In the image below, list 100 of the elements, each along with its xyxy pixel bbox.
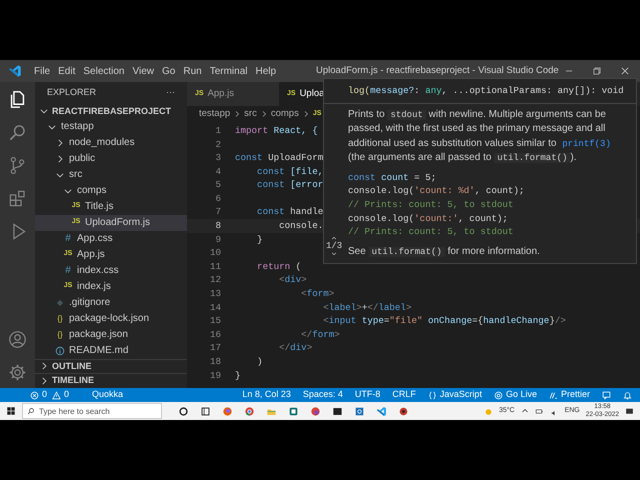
- status-item[interactable]: 0: [30, 388, 48, 402]
- line-number: 14: [208, 300, 222, 314]
- breadcrumb-item[interactable]: src: [244, 106, 257, 122]
- browser-icon[interactable]: [244, 406, 255, 416]
- line-number: 8: [214, 219, 222, 233]
- chevron-up-icon[interactable]: [520, 407, 529, 415]
- files-icon[interactable]: [8, 90, 27, 109]
- status-item[interactable]: Go Live: [494, 388, 537, 402]
- code-line: import React, {: [235, 124, 318, 138]
- line-number: 10: [208, 246, 222, 260]
- app-logo-icon: [8, 64, 22, 78]
- line-number: 15: [208, 314, 222, 328]
- menu-item[interactable]: Terminal: [206, 62, 252, 80]
- broadcast-icon: [494, 390, 503, 400]
- status-item[interactable]: Spaces: 4: [302, 388, 343, 402]
- restore-icon[interactable]: [592, 66, 602, 76]
- sidebar-title: EXPLORER: [47, 86, 96, 100]
- description-text: Prints to stdout with newline. Multiple arguments can be passed, with the first used as the primary message and all additional used as substitution values similar to printf(3) (the arguments are all passed to util.format() ).: [348, 108, 612, 166]
- status-item[interactable]: [602, 390, 611, 400]
- line-number: 16: [208, 328, 222, 342]
- json-file-icon: {}: [55, 312, 65, 325]
- chevron-right-icon: [233, 110, 242, 118]
- start-icon[interactable]: [6, 406, 16, 416]
- menu-item[interactable]: Go: [158, 62, 180, 80]
- code-line: const [file,: [256, 164, 324, 178]
- tree-item[interactable]: public: [35, 150, 187, 167]
- settings-icon[interactable]: [8, 363, 27, 382]
- tree-item[interactable]: node_modules: [35, 134, 187, 151]
- close-icon[interactable]: [620, 66, 630, 76]
- line-number: 1: [214, 124, 222, 138]
- line-number: 4: [214, 164, 222, 178]
- tree-item[interactable]: {} package.json: [35, 326, 187, 343]
- project-header[interactable]: REACTFIREBASEPROJECT: [35, 104, 187, 119]
- menu-item[interactable]: Run: [179, 62, 206, 80]
- line-number: 12: [208, 273, 222, 288]
- status-item[interactable]: UTF-8: [354, 388, 380, 402]
- menu-item[interactable]: View: [128, 62, 158, 80]
- settings-icon[interactable]: [354, 406, 365, 416]
- line-number: 17: [208, 341, 222, 356]
- tree-item[interactable]: .gitignore: [35, 294, 187, 311]
- code-line: const [error: [256, 178, 324, 192]
- bell-icon: [623, 390, 632, 400]
- menu-item[interactable]: Help: [252, 62, 280, 80]
- code-example: const count = 5; console.log('count: %d', count); // Prints: count: 5, to stdout console.log('count:', count); // Prints: count: 5, to stdout: [348, 170, 526, 239]
- code-line: </form>: [300, 328, 340, 342]
- terminal-icon[interactable]: [332, 406, 343, 416]
- search-icon[interactable]: [8, 123, 27, 142]
- code-line: <label>+</label>: [322, 300, 412, 314]
- status-item[interactable]: Prettier: [548, 388, 590, 402]
- app-icon[interactable]: [288, 406, 299, 416]
- braces-icon: [428, 390, 437, 400]
- status-item[interactable]: [623, 390, 632, 400]
- info-icon: [55, 346, 65, 356]
- breadcrumb-item[interactable]: testapp: [199, 106, 230, 122]
- window-title: UploadForm.js - reactfirebaseproject - Visual Studio Code: [316, 64, 559, 78]
- tree-item[interactable]: {} package-lock.json: [35, 310, 187, 327]
- breadcrumb-item[interactable]: comps: [270, 106, 299, 122]
- menu-item[interactable]: Selection: [79, 62, 128, 80]
- branch-icon[interactable]: [8, 156, 27, 175]
- footer-text: See util.format() for more information.: [348, 244, 541, 259]
- overload-counter: 1/3: [326, 241, 342, 252]
- status-item[interactable]: JavaScript: [428, 388, 482, 402]
- search-field[interactable]: Type here to search: [22, 403, 162, 419]
- chevron-up-icon[interactable]: [330, 235, 338, 242]
- code-line: const UploadForm: [235, 151, 324, 165]
- task-view-icon[interactable]: [200, 406, 211, 416]
- tree-item[interactable]: src: [35, 166, 187, 183]
- more-actions-icon[interactable]: ···: [166, 86, 175, 100]
- line-number: 3: [214, 151, 222, 165]
- tree-item[interactable]: # index.css: [35, 262, 187, 279]
- browser-icon[interactable]: [222, 406, 233, 416]
- status-item[interactable]: CRLF: [392, 388, 416, 402]
- notification-icon[interactable]: [625, 406, 634, 416]
- extensions-icon[interactable]: [8, 189, 27, 208]
- chevron-down-icon[interactable]: [330, 251, 338, 258]
- circle-icon[interactable]: [178, 406, 189, 416]
- battery-icon: [534, 406, 544, 416]
- section-header[interactable]: OUTLINE: [35, 358, 187, 374]
- menu-item[interactable]: File: [30, 62, 54, 80]
- menu-item[interactable]: Edit: [54, 62, 80, 80]
- tree-item[interactable]: testapp: [35, 118, 187, 135]
- line-number: 7: [214, 205, 222, 220]
- code-line: console.: [278, 219, 324, 233]
- editor-icon[interactable]: [376, 406, 387, 416]
- status-item[interactable]: Quokka: [92, 388, 124, 402]
- status-item[interactable]: Ln 8, Col 23: [242, 388, 291, 402]
- project-name: REACTFIREBASEPROJECT: [52, 104, 172, 118]
- css-file-icon: #: [63, 231, 73, 246]
- tree-item[interactable]: # App.css: [35, 230, 187, 247]
- account-icon[interactable]: [8, 330, 27, 349]
- tree-item[interactable]: comps: [35, 182, 187, 199]
- code-line: ): [256, 355, 263, 369]
- tree-item[interactable]: README.md: [35, 342, 187, 359]
- status-item[interactable]: 0: [52, 388, 70, 402]
- line-number: 9: [214, 232, 222, 246]
- browser-icon[interactable]: [310, 406, 321, 416]
- record-icon[interactable]: [398, 406, 409, 416]
- line-number: 11: [208, 260, 222, 274]
- error-icon: [30, 390, 39, 400]
- line-number: 2: [214, 138, 222, 152]
